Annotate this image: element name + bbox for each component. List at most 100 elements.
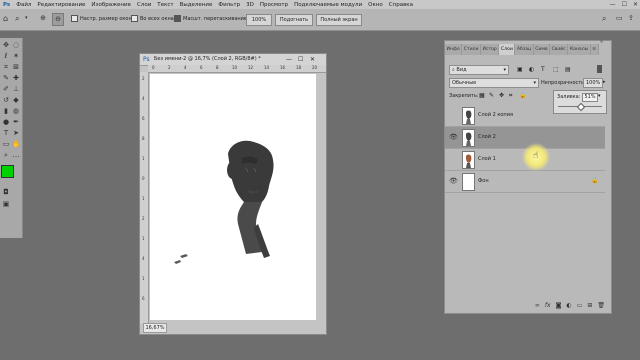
zoom-in-icon[interactable]: ⊕ [38,13,48,24]
layer-name[interactable]: Слой 2 копия [478,112,513,118]
fill-slider-thumb[interactable] [576,102,586,112]
workspace-icon[interactable]: ▭ [616,14,623,22]
document-close-icon[interactable]: ✕ [310,54,315,65]
add-mask-icon[interactable]: ◙ [556,302,562,309]
photoshop-icon[interactable]: Ps [0,2,13,8]
tab-history[interactable]: Истор [480,44,500,55]
opacity-dropdown-icon[interactable]: ▸ [603,79,606,85]
fill-slider-popover[interactable]: Заливка: 51% ▾ [553,90,607,114]
all-windows-checkbox[interactable]: Во всех окнах [131,15,177,22]
filter-smart-object-icon[interactable]: ▤ [565,66,571,73]
share-icon[interactable]: ⇪ [628,14,634,22]
document-maximize-icon[interactable]: ☐ [298,54,303,65]
menu-select[interactable]: Выделение [177,2,216,8]
tab-layers[interactable]: Слои [499,44,516,55]
layer-row-background[interactable]: 👁 Фон 🔒 [445,171,605,193]
menu-layers[interactable]: Слои [134,2,154,8]
dodge-tool-icon[interactable]: ● [2,118,10,126]
lock-artboard-icon[interactable]: ⌗ [509,92,512,100]
crop-tool-icon[interactable]: ⌗ [2,63,10,71]
menu-view[interactable]: Просмотр [257,2,291,8]
menu-3d[interactable]: 3D [243,2,257,8]
layer-kind-filter[interactable]: ⌕ Вид ▾ [449,65,509,75]
lock-pixels-icon[interactable]: ✎ [489,92,494,99]
lock-position-icon[interactable]: ✥ [499,92,504,99]
resize-windows-checkbox[interactable]: Настр. размер окон [71,15,132,22]
menu-edit[interactable]: Редактирование [34,2,88,8]
filter-type-icon[interactable]: T [541,66,545,73]
tab-character[interactable]: Симв [533,44,551,55]
eye-icon[interactable]: 👁 [449,177,458,185]
zoom-tool-icon[interactable]: ⌕ [15,14,19,24]
search-icon[interactable]: ⌕ [602,14,606,24]
minimize-icon[interactable]: — [610,1,616,8]
quick-mask-icon[interactable]: ◘ [2,188,10,196]
lock-transparency-icon[interactable]: ▦ [479,92,485,99]
tab-styles[interactable]: Стили [462,44,481,55]
lock-all-icon[interactable]: 🔒 [519,92,526,99]
close-icon[interactable]: ✕ [633,1,638,8]
menu-window[interactable]: Окно [365,2,386,8]
rectangle-tool-icon[interactable]: ▭ [2,140,10,148]
fill-dropdown-icon[interactable]: ▾ [598,93,601,99]
fill-value-field[interactable]: 51% [582,93,598,102]
maximize-icon[interactable]: ☐ [622,1,627,8]
stamp-tool-icon[interactable]: ⊥ [12,85,20,93]
visibility-toggle-off[interactable] [449,111,457,119]
link-layers-icon[interactable]: ∞ [535,302,540,309]
blur-tool-icon[interactable]: ◍ [12,107,20,115]
eraser-tool-icon[interactable]: ◆ [12,96,20,104]
tab-paragraph[interactable]: Абзац [515,44,534,55]
marquee-tool-icon[interactable]: ◌ [12,41,20,49]
more-tools-icon[interactable]: … [12,151,20,159]
healing-brush-tool-icon[interactable]: ✚ [12,74,20,82]
menu-image[interactable]: Изображение [88,2,134,8]
frame-tool-icon[interactable]: ⊠ [12,63,20,71]
menu-type[interactable]: Текст [154,2,176,8]
eye-icon[interactable]: 👁 [449,133,458,141]
tab-properties[interactable]: Свойс [550,44,569,55]
opacity-field[interactable]: 100% [583,78,603,88]
hand-tool-icon[interactable]: ✋ [12,140,21,148]
new-group-icon[interactable]: ▭ [577,302,583,309]
menu-plugins[interactable]: Подключаемые модули [291,2,365,8]
fit-screen-button[interactable]: Подогнать [275,14,313,26]
filter-toggle[interactable] [597,65,602,73]
tab-channels[interactable]: Каналы [568,44,591,55]
menu-filter[interactable]: Фильтр [215,2,243,8]
fx-icon[interactable]: fx [545,302,551,309]
history-brush-tool-icon[interactable]: ↺ [2,96,10,104]
brush-tool-icon[interactable]: ✐ [2,85,10,93]
path-selection-tool-icon[interactable]: ➤ [12,129,20,137]
gradient-tool-icon[interactable]: ▮ [2,107,10,115]
delete-layer-icon[interactable]: 🗑 [597,302,605,309]
layer-name[interactable]: Фон [478,178,489,184]
tool-preset-dropdown-icon[interactable]: ▾ [25,15,28,21]
layer-row-layer2[interactable]: 👁 Слой 2 [445,127,605,149]
zoom-out-icon[interactable]: ⊖ [52,13,64,26]
document-minimize-icon[interactable]: — [286,54,292,65]
lasso-tool-icon[interactable]: ℓ [2,52,10,60]
filter-adjustment-icon[interactable]: ◐ [529,66,534,73]
menu-help[interactable]: Справка [386,2,416,8]
zoom-tool-icon-panel[interactable]: ⌕ [2,151,10,159]
canvas[interactable] [150,74,316,320]
fill-screen-button[interactable]: Полный экран [316,14,362,26]
filter-shape-icon[interactable]: ⬚ [553,66,559,73]
move-tool-icon[interactable]: ✥ [2,41,10,49]
layer-name[interactable]: Слой 1 [478,156,496,162]
panel-menu-icon[interactable]: ≡ [590,44,599,55]
zoom-100-button[interactable]: 100% [246,14,272,26]
foreground-color-swatch[interactable] [1,165,14,178]
screen-mode-icon[interactable]: ▣ [2,200,10,208]
type-tool-icon[interactable]: T [2,129,10,137]
layer-name[interactable]: Слой 2 [478,134,496,140]
eyedropper-tool-icon[interactable]: ✎ [2,74,10,82]
adjustment-layer-icon[interactable]: ◐ [566,302,571,309]
pen-tool-icon[interactable]: ✒ [12,118,20,126]
menu-file[interactable]: Файл [13,2,34,8]
scrubby-zoom-checkbox[interactable]: Масшт. перетаскиванием [174,15,251,22]
new-layer-icon[interactable]: ⊞ [587,302,592,309]
filter-pixel-icon[interactable]: ▣ [517,66,523,73]
home-icon[interactable]: ⌂ [3,14,8,23]
